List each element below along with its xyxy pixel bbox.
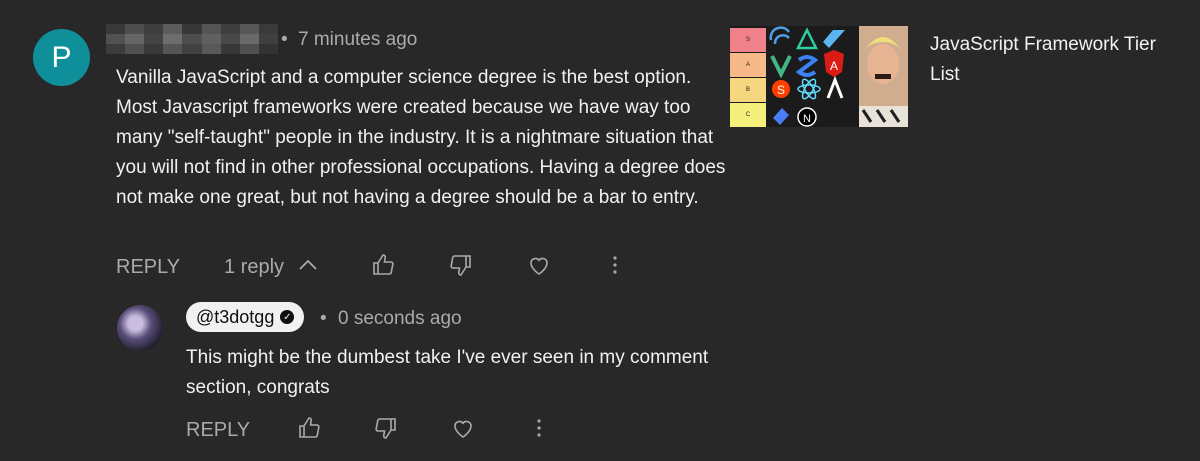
separator-dot: • [320, 308, 327, 329]
heart-icon [527, 253, 551, 282]
tier-row-b: B [730, 78, 766, 102]
thumbs-down-icon [449, 253, 473, 282]
reply-timestamp[interactable]: 0 seconds ago [338, 308, 462, 330]
dislike-button[interactable] [444, 250, 478, 284]
reply-like-button[interactable] [292, 413, 326, 447]
video-thumbnail[interactable]: S A B C A S N [730, 26, 908, 127]
verified-check-icon: ✓ [280, 310, 295, 324]
more-options-button[interactable] [598, 250, 632, 284]
thumbs-down-icon [374, 416, 398, 445]
thumbs-up-icon [297, 416, 321, 445]
more-vert-icon [527, 416, 551, 445]
commenter-name-blurred[interactable] [106, 24, 278, 54]
more-vert-icon [603, 253, 627, 282]
separator-dot: • [281, 29, 288, 50]
avatar-letter: P [51, 40, 72, 74]
reply-author-avatar[interactable] [117, 305, 163, 351]
svg-text:A: A [830, 59, 838, 73]
replies-toggle[interactable]: 1 reply [224, 256, 318, 279]
svg-text:N: N [803, 113, 811, 125]
reply-heart-button[interactable] [446, 413, 480, 447]
like-button[interactable] [366, 250, 400, 284]
heart-icon [451, 416, 475, 445]
comment-text: Vanilla JavaScript and a computer scienc… [116, 67, 726, 208]
video-title[interactable]: JavaScript Framework Tier List [930, 30, 1180, 90]
thumbs-up-icon [371, 253, 395, 282]
reply-reply-button[interactable]: REPLY [186, 419, 250, 442]
reply-author-name: @t3dotgg [196, 306, 275, 327]
comment-timestamp[interactable]: 7 minutes ago [298, 29, 417, 51]
reply-dislike-button[interactable] [369, 413, 403, 447]
reply-button[interactable]: REPLY [116, 256, 180, 279]
svg-text:S: S [777, 83, 785, 97]
commenter-avatar[interactable]: P [33, 29, 90, 86]
framework-logos-image: A S N [769, 26, 908, 127]
reply-author-badge[interactable]: @t3dotgg ✓ [186, 302, 305, 332]
tier-row-c: C [730, 103, 766, 127]
replies-count: 1 reply [224, 256, 285, 278]
heart-button[interactable] [522, 250, 556, 284]
reply-more-options-button[interactable] [522, 413, 556, 447]
tier-row-a: A [730, 53, 766, 77]
reply-text: This might be the dumbest take I've ever… [186, 347, 709, 398]
tier-row-s: S [730, 28, 766, 52]
chevron-up-icon [298, 258, 318, 277]
